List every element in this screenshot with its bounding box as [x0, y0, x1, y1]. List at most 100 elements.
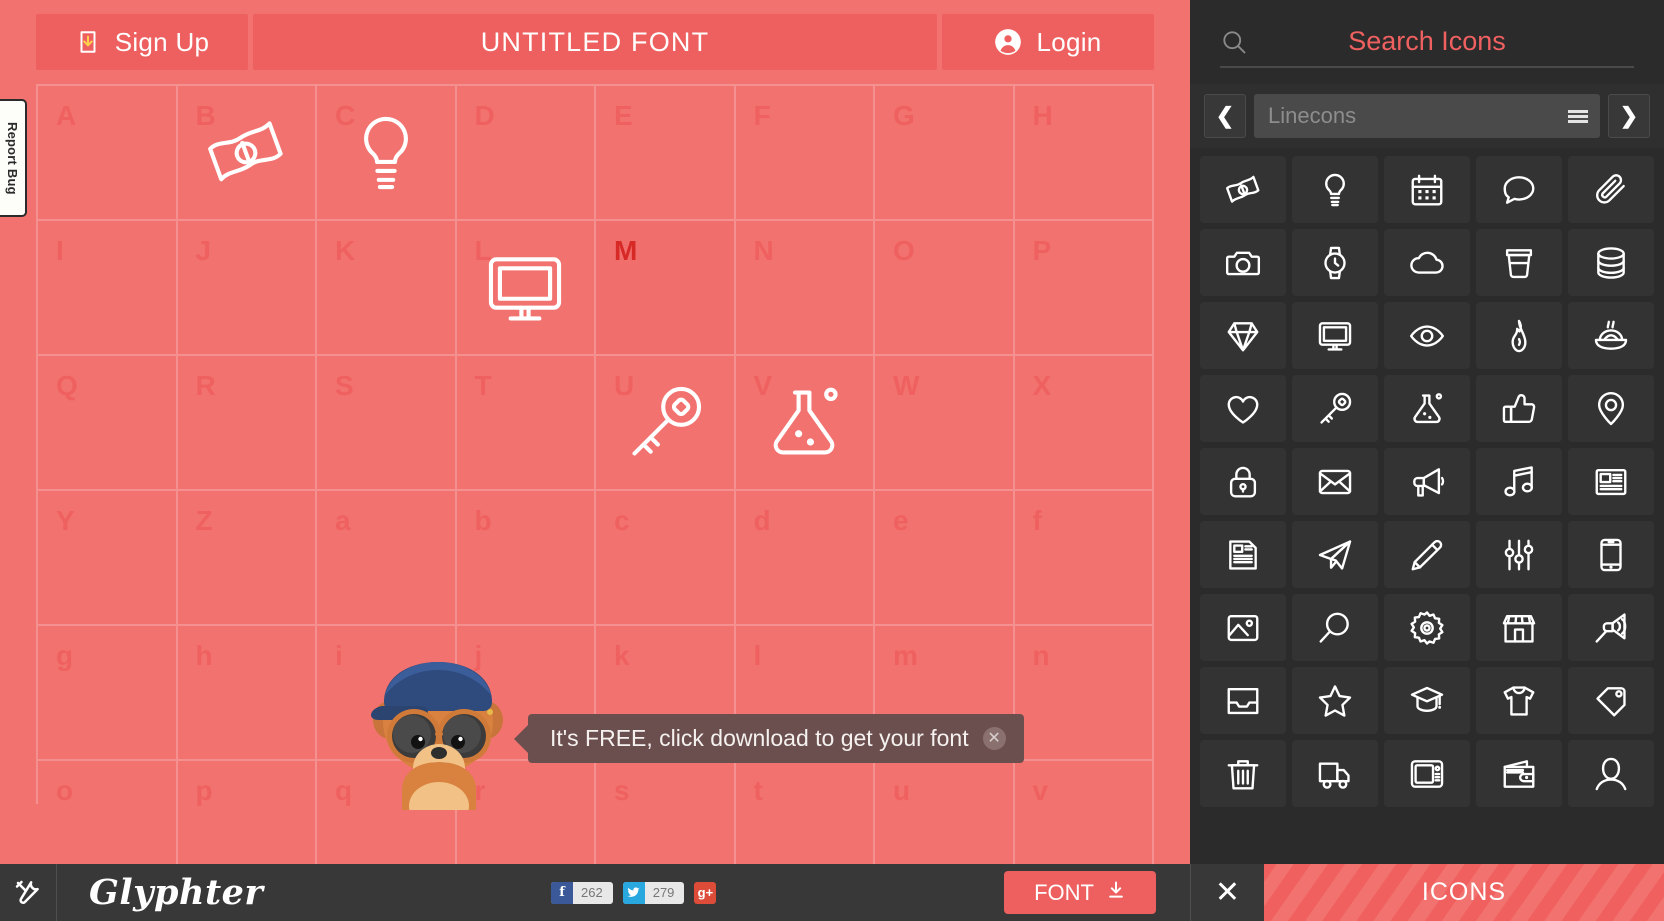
graduation-cap-icon[interactable]: [1384, 667, 1470, 734]
money-icon[interactable]: [1200, 156, 1286, 223]
tools-icon[interactable]: [0, 864, 57, 921]
glyph-cell-X[interactable]: X: [1014, 356, 1154, 491]
glyph-cell-Z[interactable]: Z: [177, 491, 317, 626]
glyph-cell-e[interactable]: e: [875, 491, 1015, 626]
glyph-cell-W[interactable]: W: [875, 356, 1015, 491]
glyph-cell-Q[interactable]: Q: [38, 356, 178, 491]
speech-bubble-icon[interactable]: [1476, 156, 1562, 223]
fontset-dropdown[interactable]: Linecons: [1254, 94, 1600, 138]
glyph-cell-J[interactable]: J: [177, 221, 317, 356]
cloud-icon[interactable]: [1384, 229, 1470, 296]
coffee-cup-icon[interactable]: [1476, 229, 1562, 296]
map-pin-icon[interactable]: [1568, 375, 1654, 442]
glyph-cell-H[interactable]: H: [1014, 86, 1154, 221]
article-icon[interactable]: [1200, 521, 1286, 588]
logo[interactable]: Glyphter: [57, 864, 263, 921]
glyph-cell-L[interactable]: L: [456, 221, 596, 356]
tv-icon[interactable]: [1384, 740, 1470, 807]
glyph-cell-R[interactable]: R: [177, 356, 317, 491]
fire-icon[interactable]: [1476, 302, 1562, 369]
heart-icon[interactable]: [1200, 375, 1286, 442]
gplus-share-button[interactable]: g+: [694, 881, 717, 904]
search-input[interactable]: [1220, 16, 1634, 68]
font-download-button[interactable]: FONT: [1004, 871, 1156, 914]
watch-icon[interactable]: [1292, 229, 1378, 296]
food-bowl-icon[interactable]: [1568, 302, 1654, 369]
glyph-cell-g[interactable]: g: [38, 626, 178, 761]
twitter-share-button[interactable]: 279: [622, 881, 685, 904]
thumbs-up-icon[interactable]: [1476, 375, 1562, 442]
trash-icon[interactable]: [1200, 740, 1286, 807]
icons-tab[interactable]: ICONS: [1264, 864, 1664, 921]
glyph-cell-i[interactable]: i: [317, 626, 457, 761]
wallet-icon[interactable]: [1476, 740, 1562, 807]
glyph-cell-M[interactable]: M: [596, 221, 736, 356]
close-circle-icon[interactable]: ✕: [982, 727, 1006, 750]
megaphone-icon[interactable]: [1384, 448, 1470, 515]
camera-icon[interactable]: [1200, 229, 1286, 296]
close-icon[interactable]: ✕: [1190, 864, 1264, 921]
mobile-icon[interactable]: [1568, 521, 1654, 588]
chevron-right-icon[interactable]: ❯: [1608, 94, 1650, 138]
key-icon: [622, 380, 708, 466]
glyph-cell-d[interactable]: d: [735, 491, 875, 626]
paper-plane-icon[interactable]: [1292, 521, 1378, 588]
glyph-cell-G[interactable]: G: [875, 86, 1015, 221]
glyph-cell-E[interactable]: E: [596, 86, 736, 221]
database-icon[interactable]: [1568, 229, 1654, 296]
flask-icon[interactable]: [1384, 375, 1470, 442]
signup-button[interactable]: Sign Up: [36, 14, 248, 70]
store-icon[interactable]: [1476, 594, 1562, 661]
user-icon[interactable]: [1568, 740, 1654, 807]
glyph-cell-b[interactable]: b: [456, 491, 596, 626]
facebook-share-button[interactable]: f 262: [551, 881, 613, 904]
glyph-cell-D[interactable]: D: [456, 86, 596, 221]
font-title-button[interactable]: UNTITLED FONT: [253, 14, 937, 70]
pencil-icon[interactable]: [1384, 521, 1470, 588]
hamburger-icon[interactable]: [1556, 94, 1600, 138]
newspaper-icon[interactable]: [1568, 448, 1654, 515]
diamond-icon[interactable]: [1200, 302, 1286, 369]
glyph-cell-C[interactable]: C: [317, 86, 457, 221]
truck-icon[interactable]: [1292, 740, 1378, 807]
glyph-cell-U[interactable]: U: [596, 356, 736, 491]
glyph-cell-f[interactable]: f: [1014, 491, 1154, 626]
glyph-cell-O[interactable]: O: [875, 221, 1015, 356]
t-shirt-icon[interactable]: [1476, 667, 1562, 734]
glyph-cell-K[interactable]: K: [317, 221, 457, 356]
glyph-cell-c[interactable]: c: [596, 491, 736, 626]
chevron-left-icon[interactable]: ❮: [1204, 94, 1246, 138]
glyph-cell-Y[interactable]: Y: [38, 491, 178, 626]
image-icon[interactable]: [1200, 594, 1286, 661]
inbox-icon[interactable]: [1200, 667, 1286, 734]
sliders-icon[interactable]: [1476, 521, 1562, 588]
glyph-cell-n[interactable]: n: [1014, 626, 1154, 761]
glyph-cell-B[interactable]: B: [177, 86, 317, 221]
paperclip-icon[interactable]: [1568, 156, 1654, 223]
music-note-icon[interactable]: [1476, 448, 1562, 515]
glyph-cell-N[interactable]: N: [735, 221, 875, 356]
glyph-cell-F[interactable]: F: [735, 86, 875, 221]
lock-icon[interactable]: [1200, 448, 1286, 515]
gear-icon[interactable]: [1384, 594, 1470, 661]
star-icon[interactable]: [1292, 667, 1378, 734]
glyph-cell-T[interactable]: T: [456, 356, 596, 491]
glyph-cell-A[interactable]: A: [38, 86, 178, 221]
magnifier-icon[interactable]: [1292, 594, 1378, 661]
glyph-cell-S[interactable]: S: [317, 356, 457, 491]
calendar-icon[interactable]: [1384, 156, 1470, 223]
eye-icon[interactable]: [1384, 302, 1470, 369]
glyph-cell-P[interactable]: P: [1014, 221, 1154, 356]
megaphone-muted-icon[interactable]: [1568, 594, 1654, 661]
glyph-cell-h[interactable]: h: [177, 626, 317, 761]
glyph-cell-V[interactable]: V: [735, 356, 875, 491]
bulb-icon[interactable]: [1292, 156, 1378, 223]
price-tag-icon[interactable]: [1568, 667, 1654, 734]
login-button[interactable]: Login: [942, 14, 1154, 70]
envelope-icon[interactable]: [1292, 448, 1378, 515]
key-icon[interactable]: [1292, 375, 1378, 442]
glyph-cell-a[interactable]: a: [317, 491, 457, 626]
glyph-cell-I[interactable]: I: [38, 221, 178, 356]
monitor-icon[interactable]: [1292, 302, 1378, 369]
report-bug-tab[interactable]: Report Bug: [0, 99, 27, 217]
